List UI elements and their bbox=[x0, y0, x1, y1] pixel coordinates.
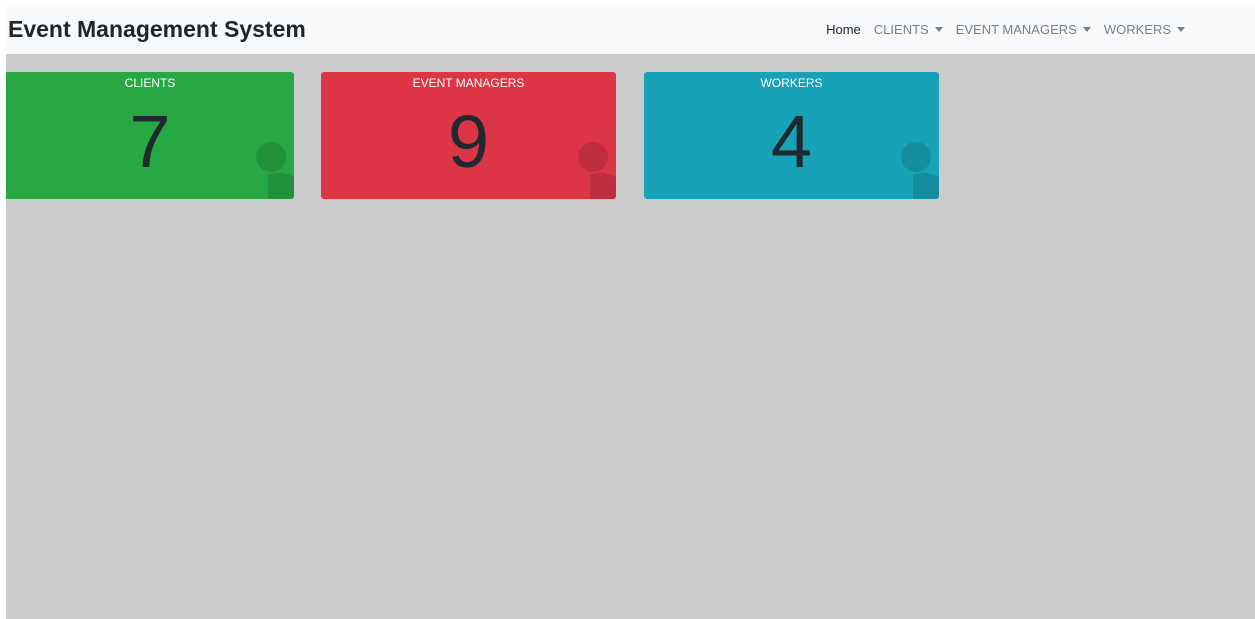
event-managers-card[interactable]: EVENT MANAGERS 9 bbox=[321, 72, 616, 199]
nav-item-event-managers[interactable]: EVENT MANAGERS bbox=[956, 22, 1091, 37]
card-title: CLIENTS bbox=[124, 76, 176, 90]
nav-item-label: WORKERS bbox=[1103, 22, 1171, 37]
nav-menu: Home CLIENTS EVENT MANAGERS WORKERS bbox=[826, 22, 1185, 37]
nav-item-label: Home bbox=[826, 22, 861, 37]
page-content: Event Management System Home CLIENTS EVE… bbox=[6, 6, 1255, 619]
nav-item-clients[interactable]: CLIENTS bbox=[874, 22, 943, 37]
caret-down-icon bbox=[1177, 27, 1185, 32]
user-icon bbox=[901, 142, 939, 199]
caret-down-icon bbox=[934, 27, 943, 32]
nav-item-label: CLIENTS bbox=[873, 22, 929, 37]
brand-title[interactable]: Event Management System bbox=[8, 16, 306, 43]
card-title: EVENT MANAGERS bbox=[412, 76, 525, 90]
nav-item-label: EVENT MANAGERS bbox=[955, 22, 1077, 37]
nav-item-home[interactable]: Home bbox=[826, 22, 861, 37]
nav-item-workers[interactable]: WORKERS bbox=[1104, 22, 1185, 37]
workers-card[interactable]: WORKERS 4 bbox=[644, 72, 939, 199]
caret-down-icon bbox=[1082, 27, 1091, 32]
user-icon bbox=[256, 142, 294, 199]
clients-card[interactable]: CLIENTS 7 bbox=[6, 72, 294, 199]
navbar: Event Management System Home CLIENTS EVE… bbox=[6, 6, 1255, 54]
user-icon bbox=[578, 142, 616, 199]
card-title: WORKERS bbox=[760, 76, 823, 90]
